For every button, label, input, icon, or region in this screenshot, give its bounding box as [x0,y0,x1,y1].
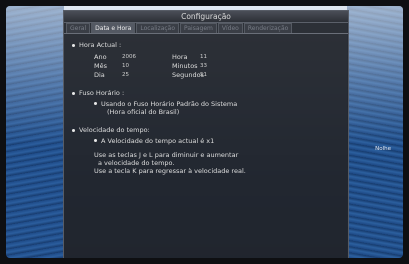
seconds-label: Segundos [172,71,204,79]
minutes-label: Minutos [172,62,198,70]
current-time-grid: Ano 2006 Hora 11 Mês 10 Minutos 33 Dia 2… [94,53,340,79]
background-sea-left [6,6,64,258]
time-speed-status-label: A Velocidade do tempo actual é x1 [101,137,215,145]
timezone-option-label: Usando o Fuso Horário Padrão do Sistema [101,100,238,108]
tab-video[interactable]: Vídeo [217,23,243,33]
timezone-section: Fuso Horário : Usando o Fuso Horário Pad… [72,89,340,116]
hour-label: Hora [172,53,188,61]
time-speed-section: Velocidade do tempo: A Velocidade do tem… [72,126,340,175]
bullet-icon [94,139,97,142]
time-speed-help: Use as teclas J e L para diminuir e aume… [94,151,340,175]
tab-paisagem[interactable]: Paisagem [180,23,217,33]
year-label: Ano [94,53,107,61]
help-line: a velocidade do tempo. [98,159,175,167]
time-speed-status: A Velocidade do tempo actual é x1 [94,137,340,145]
timezone-option[interactable]: Usando o Fuso Horário Padrão do Sistema [94,100,340,108]
day-label: Dia [94,71,105,79]
minutes-value[interactable]: 33 [200,62,250,70]
tab-renderizacao[interactable]: Renderização [243,23,293,33]
configuration-window: Configuração Geral Data e Hora Localizaç… [63,10,349,258]
window-title: Configuração [64,11,348,23]
screen: Nolhe Configuração Geral Data e Hora Loc… [6,6,403,258]
background-sea-right [347,6,403,258]
month-value[interactable]: 10 [122,62,172,70]
tab-geral[interactable]: Geral [66,23,91,33]
section-heading: Hora Actual : [79,41,122,49]
tab-content: Hora Actual : Ano 2006 Hora 11 Mês 10 Mi… [64,34,348,192]
bullet-icon [72,91,75,95]
tab-bar: Geral Data e Hora Localização Paisagem V… [64,23,348,34]
hour-value[interactable]: 11 [200,53,250,61]
bullet-icon [72,43,75,47]
bullet-icon [94,102,97,105]
year-value[interactable]: 2006 [122,53,172,61]
tab-data-e-hora[interactable]: Data e Hora [91,23,136,33]
tab-localizacao[interactable]: Localização [136,23,180,33]
bullet-icon [72,128,75,132]
current-time-section: Hora Actual : Ano 2006 Hora 11 Mês 10 Mi… [72,41,340,79]
seconds-value[interactable]: 51 [200,71,250,79]
section-heading: Velocidade do tempo: [79,126,150,134]
month-label: Mês [94,62,107,70]
timezone-detail: (Hora oficial do Brasil) [107,108,180,116]
section-heading: Fuso Horário : [79,89,125,97]
day-value[interactable]: 25 [122,71,172,79]
help-line: Use as teclas J e L para diminuir e aume… [94,151,239,159]
help-line: Use a tecla K para regressar à velocidad… [94,167,246,175]
background-label: Nolhe [375,146,391,152]
